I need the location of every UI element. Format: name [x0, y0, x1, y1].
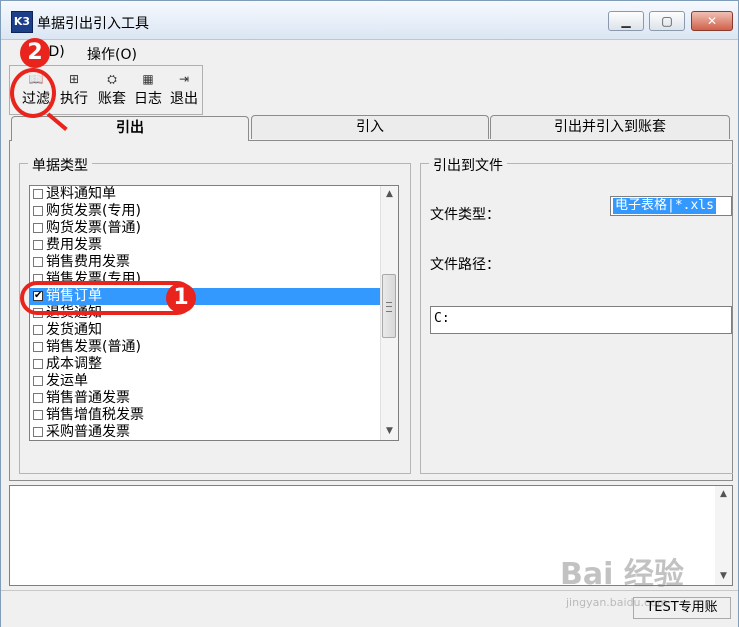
grip-icon: [386, 302, 392, 312]
doc-list-scrollbar[interactable]: ▲ ▼: [380, 186, 398, 440]
log-label: 日志: [134, 91, 162, 107]
tab-export-import[interactable]: 引出并引入到账套: [490, 115, 730, 139]
list-item[interactable]: 销售普通发票: [30, 390, 382, 407]
checkbox[interactable]: [33, 376, 43, 386]
list-item-label: 发运单: [46, 373, 88, 389]
grid-icon: ⊞: [68, 72, 80, 86]
annotation-badge-1: 1: [166, 283, 196, 313]
minimize-button[interactable]: ▁: [608, 11, 644, 31]
list-item-label: 退料通知单: [46, 186, 116, 202]
annotation-ring-filter: [10, 68, 56, 118]
file-type-select[interactable]: 电子表格|*.xls: [610, 196, 732, 216]
exit-label: 退出: [170, 91, 198, 107]
file-type-value: 电子表格|*.xls: [613, 198, 716, 214]
calendar-icon: ▦: [142, 72, 154, 86]
list-item[interactable]: 销售费用发票: [30, 254, 382, 271]
close-button[interactable]: ✕: [691, 11, 733, 31]
checkbox[interactable]: [33, 240, 43, 250]
file-path-label: 文件路径：: [430, 257, 500, 273]
log-button[interactable]: ▦ 日志: [130, 68, 166, 112]
checkbox[interactable]: [33, 223, 43, 233]
list-item[interactable]: 销售发票(普通): [30, 339, 382, 356]
checkbox[interactable]: [33, 189, 43, 199]
list-item-label: 销售发票(普通): [46, 339, 141, 355]
title-bar[interactable]: K3 单据引出引入工具 ▁ ▢ ✕: [1, 1, 738, 40]
list-item-label: 成本调整: [46, 356, 102, 372]
checkbox[interactable]: [33, 427, 43, 437]
list-item[interactable]: 购货发票(专用): [30, 203, 382, 220]
list-item-label: 购货发票(专用): [46, 203, 141, 219]
checkbox[interactable]: [33, 342, 43, 352]
list-item[interactable]: 销售增值税发票: [30, 407, 382, 424]
doc-type-group-title: 单据类型: [28, 155, 92, 175]
list-item[interactable]: 购货发票(普通): [30, 220, 382, 237]
list-item[interactable]: 发运单: [30, 373, 382, 390]
list-item-label: 发货通知: [46, 322, 102, 338]
scroll-thumb[interactable]: [382, 274, 396, 338]
exit-button[interactable]: ⇥ 退出: [166, 68, 202, 112]
checkbox[interactable]: [33, 206, 43, 216]
list-item[interactable]: 采购普通发票: [30, 424, 382, 440]
file-path-input[interactable]: C:: [430, 306, 732, 334]
list-item[interactable]: 退料通知单: [30, 186, 382, 203]
scroll-down-button[interactable]: ▼: [381, 423, 398, 440]
scroll-up-button[interactable]: ▲: [381, 186, 398, 203]
tab-import[interactable]: 引入: [251, 115, 489, 139]
list-item-label: 销售增值税发票: [46, 407, 144, 423]
accounts-button[interactable]: ⛭ 账套: [94, 68, 130, 112]
export-file-group-title: 引出到文件: [429, 155, 507, 175]
list-item-label: 购货发票(普通): [46, 220, 141, 236]
window-title: 单据引出引入工具: [37, 16, 149, 32]
list-item-label: 销售普通发票: [46, 390, 130, 406]
checkbox[interactable]: [33, 410, 43, 420]
checkbox[interactable]: [33, 359, 43, 369]
log-scroll-up-button[interactable]: ▲: [715, 486, 732, 503]
menu-bar: (D) 操作(O): [9, 41, 733, 63]
execute-button[interactable]: ⊞ 执行: [56, 68, 92, 112]
annotation-badge-2: 2: [20, 38, 50, 68]
menu-item-operate[interactable]: 操作(O): [87, 44, 137, 64]
accounts-label: 账套: [98, 91, 126, 107]
list-item-label: 采购普通发票: [46, 424, 130, 440]
list-item[interactable]: 费用发票: [30, 237, 382, 254]
app-icon: K3: [11, 11, 33, 33]
tab-export[interactable]: 引出: [11, 116, 249, 141]
list-item-label: 费用发票: [46, 237, 102, 253]
list-item-label: 销售费用发票: [46, 254, 130, 270]
maximize-button[interactable]: ▢: [649, 11, 685, 31]
checkbox[interactable]: [33, 325, 43, 335]
list-item[interactable]: 发货通知: [30, 322, 382, 339]
exit-icon: ⇥: [178, 72, 190, 86]
checkbox[interactable]: [33, 257, 43, 267]
file-type-label: 文件类型：: [430, 207, 500, 223]
execute-label: 执行: [60, 91, 88, 107]
checkbox[interactable]: [33, 393, 43, 403]
watermark-sub: jingyan.baidu.com: [566, 596, 668, 609]
accounts-icon: ⛭: [107, 72, 117, 86]
list-item[interactable]: 成本调整: [30, 356, 382, 373]
